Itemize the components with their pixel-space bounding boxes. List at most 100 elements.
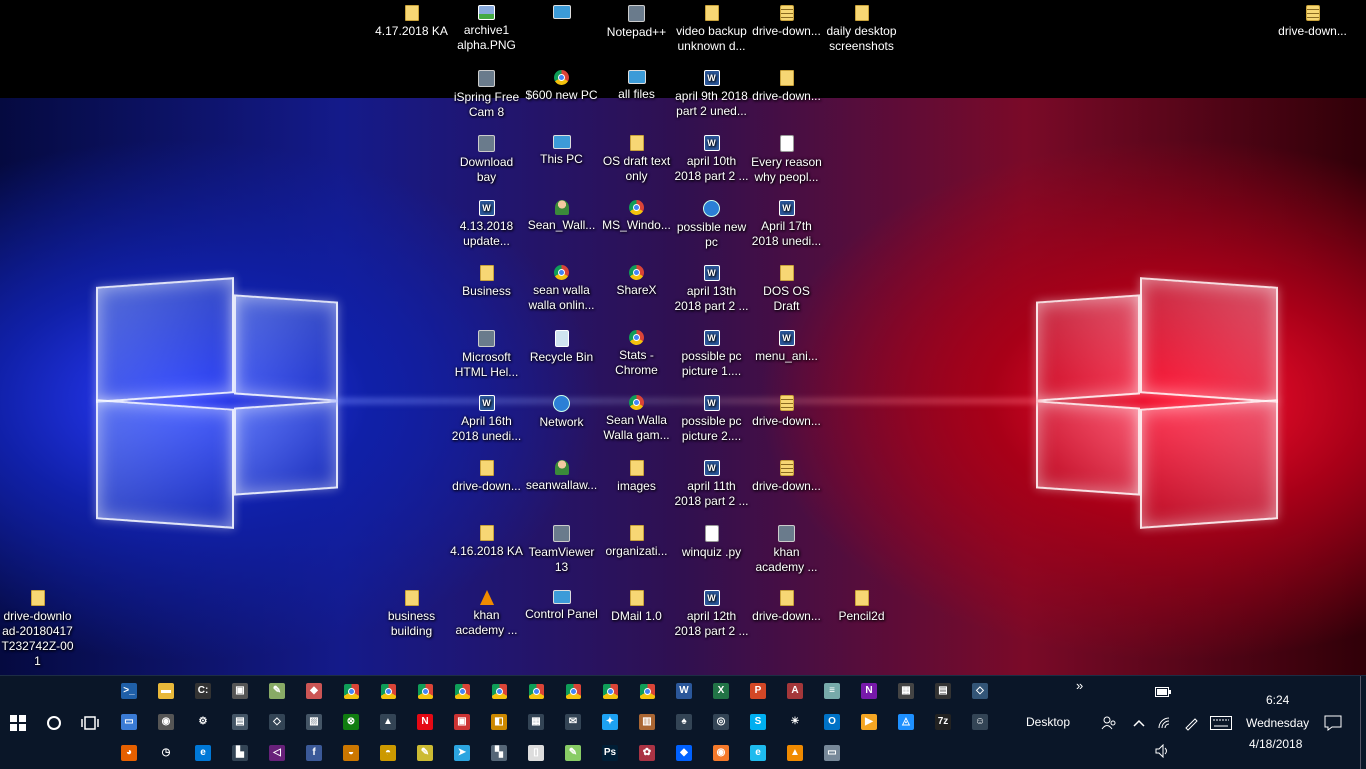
desktop-icon[interactable]: khan academy ...	[449, 590, 524, 638]
desktop-icon[interactable]: drive-down...	[749, 590, 824, 624]
desktop-icon[interactable]: Wmenu_ani...	[749, 330, 824, 364]
dropbox-taskbar-button[interactable]: ◆	[673, 742, 695, 764]
pen-workspace-icon[interactable]	[1180, 712, 1202, 734]
settings-gear-taskbar-button[interactable]: ⚙	[192, 711, 214, 733]
desktop-icon[interactable]: Every reason why peopl...	[749, 135, 824, 185]
excel-taskbar-button[interactable]: X	[710, 680, 732, 702]
notepad-taskbar-button[interactable]: ≡	[821, 680, 843, 702]
action-center-button[interactable]	[1322, 712, 1344, 734]
desktop-toolbar-label[interactable]: Desktop	[1026, 715, 1070, 729]
chrome-taskbar-button[interactable]	[562, 680, 584, 702]
desktop-icon[interactable]: archive1 alpha.PNG	[449, 5, 524, 53]
facebook-taskbar-button[interactable]: f	[303, 742, 325, 764]
sticky-notes-taskbar-button[interactable]: ▙	[229, 742, 251, 764]
film-taskbar-button[interactable]: ▥	[636, 711, 658, 733]
chrome-taskbar-button[interactable]	[525, 680, 547, 702]
chrome-taskbar-button[interactable]	[636, 680, 658, 702]
show-hidden-icons-chevron-icon[interactable]	[1128, 712, 1150, 734]
desktop-icon[interactable]: drive-down...	[749, 5, 824, 39]
printer-taskbar-button[interactable]: ▭	[821, 742, 843, 764]
desktop-icon[interactable]: organizati...	[599, 525, 674, 559]
movie-maker-taskbar-button[interactable]: ▤	[932, 680, 954, 702]
puzzle-taskbar-button[interactable]: ◧	[488, 711, 510, 733]
netflix-taskbar-button[interactable]: N	[414, 711, 436, 733]
desktop-icon[interactable]: daily desktop screenshots	[824, 5, 899, 54]
mail-taskbar-button[interactable]: ✉	[562, 711, 584, 733]
video-player-taskbar-button[interactable]: ▶	[858, 711, 880, 733]
mixed-reality-taskbar-button[interactable]: ◉	[155, 711, 177, 733]
cortana-button[interactable]	[43, 712, 65, 734]
photos-app-taskbar-button[interactable]: ▨	[303, 711, 325, 733]
desktop-icon[interactable]: seanwallaw...	[524, 460, 599, 493]
desktop-icon[interactable]: W April 17th 2018 unedi...	[749, 200, 824, 249]
internet-explorer-taskbar-button[interactable]: e	[747, 742, 769, 764]
blender-taskbar-button[interactable]: ◉	[710, 742, 732, 764]
volume-icon[interactable]	[1152, 740, 1174, 762]
desktop-icon[interactable]: Wapril 10th 2018 part 2 ...	[674, 135, 749, 184]
desktop-icon[interactable]: video backup unknown d...	[674, 5, 749, 54]
3d-viewer-taskbar-button[interactable]: ◇	[266, 711, 288, 733]
powershell-taskbar-button[interactable]: >_	[118, 680, 140, 702]
desktop-icon[interactable]: 4.17.2018 KA	[374, 5, 449, 39]
desktop-icon[interactable]: Wapril 12th 2018 part 2 ...	[674, 590, 749, 639]
desktop-icon[interactable]: Sean_Wall...	[524, 200, 599, 233]
desktop-icon[interactable]: Stats - Chrome	[599, 330, 674, 378]
xbox-taskbar-button[interactable]: ⊗	[340, 711, 362, 733]
desktop-icon[interactable]: drive-down...	[749, 460, 824, 494]
desktop-icon[interactable]: Wpossible pc picture 2....	[674, 395, 749, 444]
pencil2d-taskbar-button[interactable]: ✎	[414, 742, 436, 764]
people-share-taskbar-button[interactable]: ☺	[969, 711, 991, 733]
document-taskbar-button[interactable]: ▤	[229, 711, 251, 733]
visual-studio-taskbar-button[interactable]: ◁	[266, 742, 288, 764]
firefox-taskbar-button[interactable]: ◕	[118, 742, 140, 764]
desktop-icon[interactable]: $600 new PC	[524, 70, 599, 103]
word-taskbar-button[interactable]: W	[673, 680, 695, 702]
powerpoint-taskbar-button[interactable]: P	[747, 680, 769, 702]
chrome-taskbar-button[interactable]	[599, 680, 621, 702]
desktop-icon[interactable]	[524, 5, 599, 22]
desktop-icon[interactable]: 4.16.2018 KA	[449, 525, 524, 559]
desktop-icon[interactable]: Download bay	[449, 135, 524, 185]
desktop-icon[interactable]: drive-down...	[449, 460, 524, 494]
start-button[interactable]	[7, 712, 29, 734]
edge-taskbar-button[interactable]: e	[192, 742, 214, 764]
file-explorer-taskbar-button[interactable]: ▬	[155, 680, 177, 702]
3d-builder-taskbar-button[interactable]: ◇	[969, 680, 991, 702]
photos-taskbar-button[interactable]: ▲	[377, 711, 399, 733]
desktop-icon[interactable]: Wpossible pc picture 1....	[674, 330, 749, 379]
calculator-taskbar-button[interactable]: ▦	[895, 680, 917, 702]
desktop-icon[interactable]: Recycle Bin	[524, 330, 599, 365]
desktop-icon[interactable]: MS_Windo...	[599, 200, 674, 233]
people-icon[interactable]	[1098, 712, 1120, 734]
access-taskbar-button[interactable]: A	[784, 680, 806, 702]
desktop-icon[interactable]: winquiz .py	[674, 525, 749, 560]
touch-keyboard-icon[interactable]	[1210, 712, 1232, 734]
desktop-icon[interactable]: drive-down...	[749, 70, 824, 104]
weather-taskbar-button[interactable]: ☀	[784, 711, 806, 733]
twitter-taskbar-button[interactable]: ✦	[599, 711, 621, 733]
palette-taskbar-button[interactable]: ✿	[636, 742, 658, 764]
calendar-taskbar-button[interactable]: ▦	[525, 711, 547, 733]
desktop-icon[interactable]: all files	[599, 70, 674, 102]
chrome-taskbar-button[interactable]	[414, 680, 436, 702]
desktop-icon[interactable]: Wapril 11th 2018 part 2 ...	[674, 460, 749, 509]
desktop-icon[interactable]: OS draft text only	[599, 135, 674, 184]
desktop-icon[interactable]: DOS OS Draft	[749, 265, 824, 314]
desktop-icon[interactable]: Wapril 13th 2018 part 2 ...	[674, 265, 749, 314]
wifi-icon[interactable]	[1154, 712, 1176, 734]
desktop-icon[interactable]: Pencil2d	[824, 590, 899, 624]
command-prompt-taskbar-button[interactable]: C:	[192, 680, 214, 702]
clock-date[interactable]: 4/18/2018	[1249, 737, 1302, 751]
vmware-taskbar-button[interactable]: ▚	[488, 742, 510, 764]
desktop-icon[interactable]: Business	[449, 265, 524, 299]
chrome-taskbar-button[interactable]	[488, 680, 510, 702]
outlook-taskbar-button[interactable]: O	[821, 711, 843, 733]
chrome-taskbar-button[interactable]	[340, 680, 362, 702]
maps-pin-taskbar-button[interactable]: ◆	[303, 680, 325, 702]
desktop-icon[interactable]: sean walla walla onlin...	[524, 265, 599, 313]
alarm-clock-taskbar-button[interactable]: ◷	[155, 742, 177, 764]
desktop-icon[interactable]: W 4.13.2018 update...	[449, 200, 524, 249]
paint-taskbar-button[interactable]: ✎	[266, 680, 288, 702]
desktop-icon[interactable]: Wapril 9th 2018 part 2 uned...	[674, 70, 749, 119]
game-tiger-taskbar-button[interactable]: ◓	[377, 742, 399, 764]
